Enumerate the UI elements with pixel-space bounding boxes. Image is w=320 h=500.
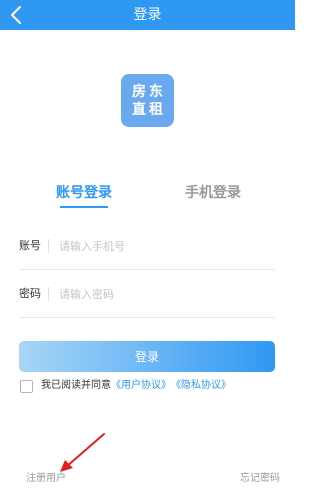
page-title: 登录: [133, 7, 162, 23]
account-row: 账号: [19, 224, 275, 270]
agreement-checkbox[interactable]: [20, 379, 33, 393]
active-tab-indicator: [60, 206, 108, 208]
agreement-text: 我已阅读并同意: [41, 380, 111, 391]
password-label: 密码: [19, 287, 41, 300]
user-agreement-link[interactable]: 《用户协议》: [111, 379, 171, 393]
password-input[interactable]: [59, 282, 269, 306]
register-link[interactable]: 注册用户: [26, 472, 66, 486]
field-divider: [48, 239, 49, 253]
tab-phone-login[interactable]: 手机登录: [185, 183, 241, 203]
annotation-arrow-icon: [60, 433, 105, 472]
login-button[interactable]: 登录: [19, 341, 275, 372]
forgot-password-link[interactable]: 忘记密码: [240, 472, 280, 486]
logo-text-line1: 房东: [132, 83, 166, 100]
top-bar: 登录: [0, 0, 295, 30]
account-label: 账号: [19, 239, 41, 252]
agreement-row: 我已阅读并同意 《用户协议》 《隐私协议》: [20, 378, 231, 394]
tab-account-login[interactable]: 账号登录: [56, 183, 112, 203]
app-logo: 房东 直租: [121, 74, 174, 127]
password-row: 密码: [19, 272, 275, 318]
privacy-policy-link[interactable]: 《隐私协议》: [171, 379, 231, 393]
field-divider: [48, 287, 49, 301]
logo-text-line2: 直租: [132, 101, 166, 118]
account-input[interactable]: [59, 234, 269, 258]
